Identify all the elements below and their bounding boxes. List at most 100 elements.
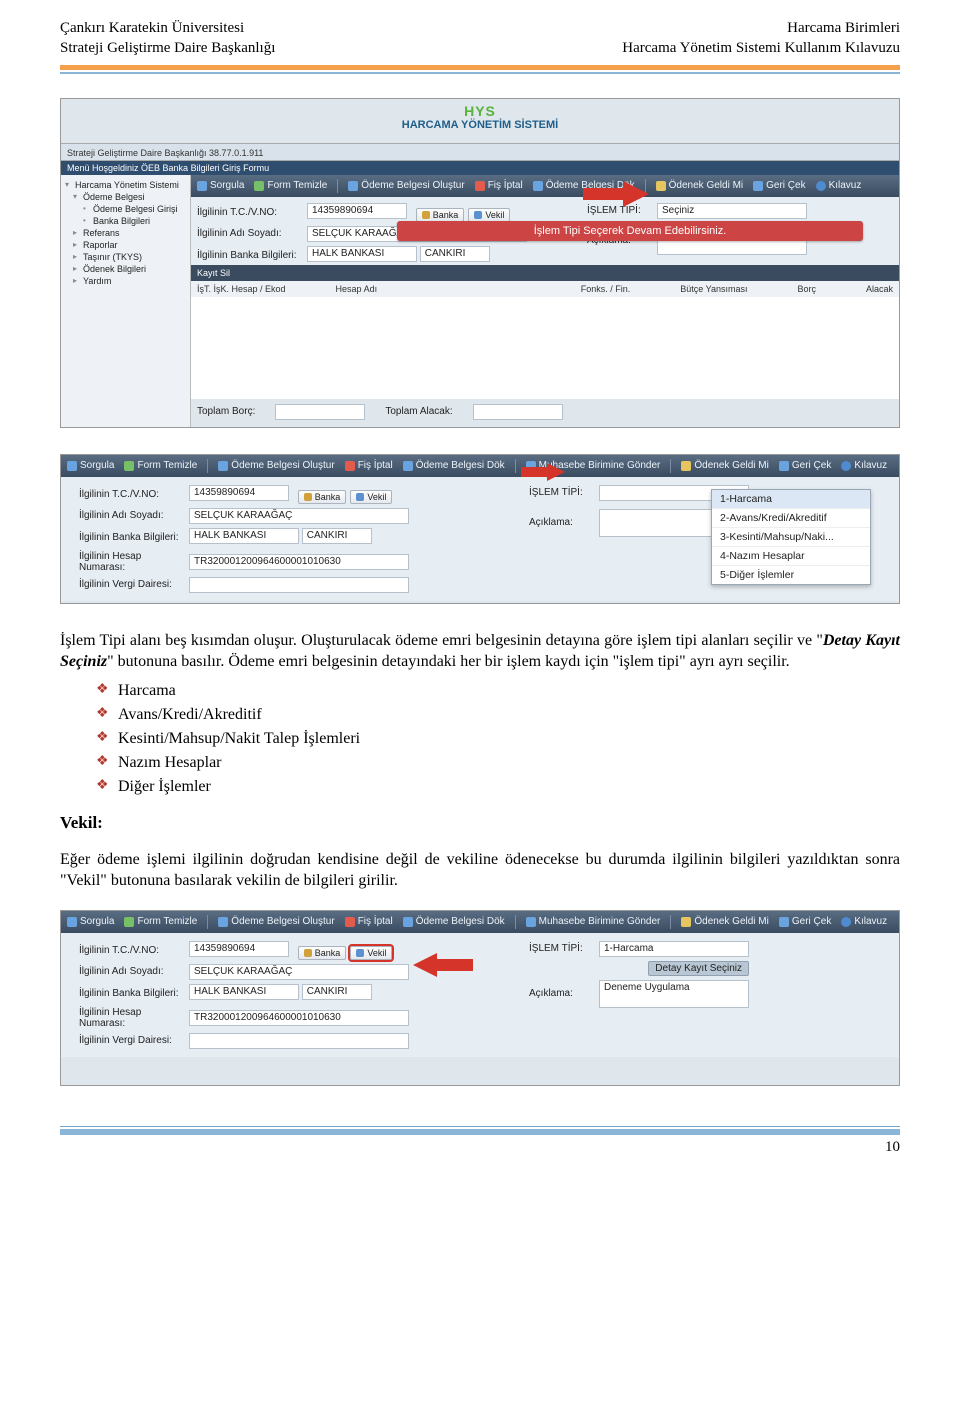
cancel-icon: [345, 917, 355, 927]
islemtipi-select[interactable]: Seçiniz: [657, 203, 807, 219]
form-area: İlgilinin T.C./V.NO: 14359890694 Banka V…: [61, 933, 899, 1057]
hesap-value[interactable]: TR320001200964600001010630: [189, 1010, 409, 1026]
screenshot-2: Sorgula Form Temizle Ödeme Belgesi Oluşt…: [60, 454, 900, 604]
odenek-geldi-button[interactable]: Ödenek Geldi Mi: [656, 180, 743, 191]
banka-label: İlgilinin Banka Bilgileri:: [197, 250, 307, 261]
fis-iptal-button[interactable]: Fiş İptal: [475, 180, 523, 191]
islemtipi-select[interactable]: 1-Harcama: [599, 941, 749, 957]
sidebar-banka-bilgileri: Banka Bilgileri: [83, 215, 186, 227]
app-logo-tag: HYS: [402, 103, 558, 119]
form-left-column: İlgilinin T.C./V.NO: 14359890694 Banka V…: [79, 485, 409, 593]
fis-iptal-button[interactable]: Fiş İptal: [345, 460, 393, 471]
coin-icon: [656, 181, 666, 191]
sorgula-button[interactable]: Sorgula: [197, 180, 244, 191]
annotation-arrow-right-icon: [583, 181, 649, 207]
document-header: Çankırı Karatekin Üniversitesi Strateji …: [60, 18, 900, 59]
footer-rule-thin: [60, 1126, 900, 1127]
form-temizle-button[interactable]: Form Temizle: [124, 460, 197, 471]
sorgula-button[interactable]: Sorgula: [67, 460, 114, 471]
odenek-geldi-button[interactable]: Ödenek Geldi Mi: [681, 460, 768, 471]
header-left-line2: Strateji Geliştirme Daire Başkanlığı: [60, 38, 275, 58]
adsoyad-label: İlgilinin Adı Soyadı:: [79, 510, 189, 521]
bank-icon: [304, 493, 312, 501]
kilavuz-button[interactable]: Kılavuz: [816, 180, 862, 191]
vekil-button[interactable]: Vekil: [468, 208, 510, 222]
vergi-input[interactable]: [189, 1033, 409, 1049]
dropdown-option-nazim[interactable]: 4-Nazım Hesaplar: [712, 547, 870, 566]
coin-icon: [681, 917, 691, 927]
banka-sube-value[interactable]: CANKIRI: [420, 246, 490, 262]
detay-kayit-badge[interactable]: Detay Kayıt Seçiniz: [648, 961, 749, 976]
form-temizle-button[interactable]: Form Temizle: [254, 180, 327, 191]
app-logo: HYS HARCAMA YÖNETİM SİSTEMİ: [402, 103, 558, 131]
form-temizle-button[interactable]: Form Temizle: [124, 916, 197, 927]
hesap-value[interactable]: TR320001200964600001010630: [189, 554, 409, 570]
adsoyad-value[interactable]: SELÇUK KARAAĞAÇ: [189, 508, 409, 524]
doc-plus-icon: [348, 181, 358, 191]
banka-value[interactable]: HALK BANKASI: [189, 528, 299, 544]
header-rule-orange: [60, 65, 900, 70]
dropdown-option-avans[interactable]: 2-Avans/Kredi/Akreditif: [712, 509, 870, 528]
dropdown-option-kesinti[interactable]: 3-Kesinti/Mahsup/Naki...: [712, 528, 870, 547]
sidebar-odeme-belgesi: Ödeme Belgesi: [73, 191, 186, 203]
banka-sube-value[interactable]: CANKIRI: [302, 984, 372, 1000]
geri-cek-button[interactable]: Geri Çek: [779, 916, 831, 927]
banka-value[interactable]: HALK BANKASI: [307, 246, 417, 262]
sidebar: Harcama Yönetim Sistemi Ödeme Belgesi Öd…: [61, 175, 191, 427]
sidebar-root: Harcama Yönetim Sistemi: [65, 179, 186, 191]
tcvno-value[interactable]: 14359890694: [189, 941, 289, 957]
odeme-olustur-button[interactable]: Ödeme Belgesi Oluştur: [348, 180, 464, 191]
vekil-button[interactable]: Vekil: [350, 946, 392, 960]
vergi-label: İlgilinin Vergi Dairesi:: [79, 1035, 189, 1046]
islem-tipi-list: Harcama Avans/Kredi/Akreditif Kesinti/Ma…: [96, 679, 900, 799]
search-icon: [67, 917, 77, 927]
kilavuz-button[interactable]: Kılavuz: [841, 460, 887, 471]
toolbar: Sorgula Form Temizle Ödeme Belgesi Oluşt…: [61, 455, 899, 477]
odeme-olustur-button[interactable]: Ödeme Belgesi Oluştur: [218, 460, 334, 471]
odeme-dok-button[interactable]: Ödeme Belgesi Dök: [403, 460, 505, 471]
print-icon: [533, 181, 543, 191]
header-right: Harcama Birimleri Harcama Yönetim Sistem…: [622, 18, 900, 59]
header-left: Çankırı Karatekin Üniversitesi Strateji …: [60, 18, 275, 59]
muhasebe-gonder-button[interactable]: Muhasebe Birimine Gönder: [526, 916, 661, 927]
grid-body: [191, 297, 899, 399]
list-item: Nazım Hesaplar: [96, 751, 900, 775]
odeme-olustur-button[interactable]: Ödeme Belgesi Oluştur: [218, 916, 334, 927]
geri-cek-button[interactable]: Geri Çek: [753, 180, 805, 191]
vekil-button[interactable]: Vekil: [350, 490, 392, 504]
screenshot-3: Sorgula Form Temizle Ödeme Belgesi Oluşt…: [60, 910, 900, 1086]
dropdown-option-harcama[interactable]: 1-Harcama: [712, 490, 870, 509]
banka-button[interactable]: Banka: [298, 490, 347, 504]
dropdown-option-diger[interactable]: 5-Diğer İşlemler: [712, 566, 870, 584]
banka-value[interactable]: HALK BANKASI: [189, 984, 299, 1000]
adsoyad-value[interactable]: SELÇUK KARAAĞAÇ: [189, 964, 409, 980]
kilavuz-button[interactable]: Kılavuz: [841, 916, 887, 927]
banka-sube-value[interactable]: CANKIRI: [302, 528, 372, 544]
cancel-icon: [345, 461, 355, 471]
islemtipi-dropdown[interactable]: 1-Harcama 2-Avans/Kredi/Akreditif 3-Kesi…: [711, 489, 871, 585]
vergi-input[interactable]: [189, 577, 409, 593]
person-icon: [474, 211, 482, 219]
banka-button[interactable]: Banka: [416, 208, 465, 222]
toolbar: Sorgula Form Temizle Ödeme Belgesi Oluşt…: [191, 175, 899, 197]
odeme-dok-button[interactable]: Ödeme Belgesi Dök: [403, 916, 505, 927]
toplam-alacak-label: Toplam Alacak:: [385, 406, 452, 417]
aciklama-input[interactable]: Deneme Uygulama: [599, 980, 749, 1008]
odenek-geldi-button[interactable]: Ödenek Geldi Mi: [681, 916, 768, 927]
person-icon: [356, 493, 364, 501]
tcvno-value[interactable]: 14359890694: [307, 203, 407, 219]
tcvno-value[interactable]: 14359890694: [189, 485, 289, 501]
toolbar: Sorgula Form Temizle Ödeme Belgesi Oluşt…: [61, 911, 899, 933]
banka-button[interactable]: Banka: [298, 946, 347, 960]
sorgula-button[interactable]: Sorgula: [67, 916, 114, 927]
bank-icon: [422, 211, 430, 219]
coin-icon: [681, 461, 691, 471]
list-item: Kesinti/Mahsup/Nakit Talep İşlemleri: [96, 727, 900, 751]
totals-row: Toplam Borç: Toplam Alacak:: [191, 401, 899, 423]
geri-cek-button[interactable]: Geri Çek: [779, 460, 831, 471]
grid-col-6: Alacak: [866, 284, 893, 294]
grid-col-2: Hesap Adı: [336, 284, 378, 294]
grid-col-3: Fonks. / Fin.: [581, 284, 631, 294]
person-icon: [356, 949, 364, 957]
fis-iptal-button[interactable]: Fiş İptal: [345, 916, 393, 927]
